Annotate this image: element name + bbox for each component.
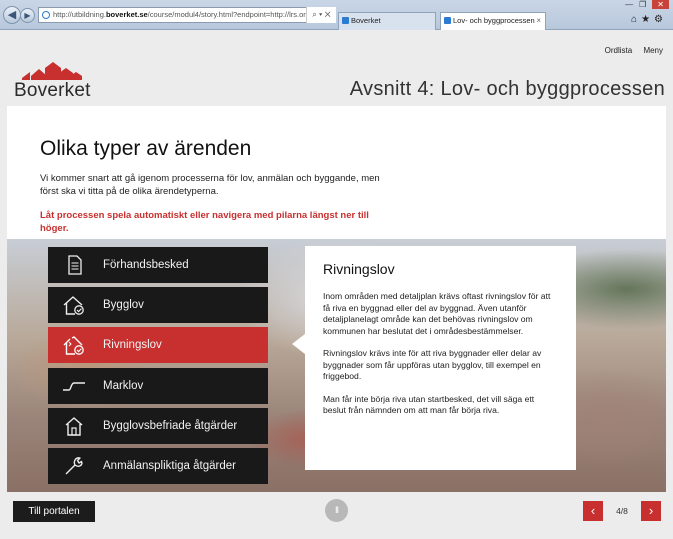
previous-button[interactable]: ‹: [583, 501, 603, 521]
favicon-icon: [444, 17, 451, 24]
close-window-button[interactable]: ✕: [652, 0, 669, 9]
to-portal-button[interactable]: Till portalen: [13, 501, 95, 522]
tab-label: Lov- och byggprocessen: [453, 16, 535, 25]
page-icon: [42, 11, 50, 19]
panel-paragraph: Inom områden med detaljplan krävs oftast…: [323, 291, 551, 336]
navigation-hint: Låt processen spela automatiskt eller na…: [40, 210, 369, 234]
panel-paragraph: Man får inte börja riva utan startbesked…: [323, 393, 535, 416]
tab-label: Boverket: [351, 16, 381, 25]
home-icon[interactable]: ⌂: [631, 14, 641, 25]
wrench-icon: [65, 457, 83, 475]
next-button[interactable]: ›: [641, 501, 661, 521]
panel-pointer: [292, 334, 305, 354]
window-controls: —❐ ✕: [625, 0, 669, 10]
top-nav: Ordlista Meny: [596, 46, 663, 55]
pause-button[interactable]: II: [325, 499, 348, 522]
menu-item-label: Anmälanspliktiga åtgärder: [103, 460, 236, 472]
menu-item-label: Bygglovsbefriade åtgärder: [103, 420, 238, 432]
address-bar[interactable]: http://utbildning.boverket.se/course/mod…: [38, 7, 336, 23]
menu-item-label: Förhandsbesked: [103, 259, 189, 271]
menu-link[interactable]: Meny: [643, 46, 663, 55]
tab-boverket[interactable]: Boverket: [338, 12, 436, 30]
house-demolish-icon: [63, 336, 84, 355]
favorites-icon[interactable]: ★: [641, 14, 654, 25]
page-indicator: 4/8: [616, 506, 628, 516]
tab-lov-och-byggprocessen[interactable]: Lov- och byggprocessen ×: [440, 12, 546, 30]
minimize-button[interactable]: —: [625, 0, 639, 9]
menu-item-label: Bygglov: [103, 299, 144, 311]
address-domain: boverket.se: [105, 10, 148, 19]
panel-paragraph: Rivningslov krävs inte för att riva bygg…: [323, 348, 542, 381]
address-tools[interactable]: ⌕ ▾ ✕: [306, 7, 336, 23]
back-button[interactable]: ◀: [3, 6, 21, 24]
tab-close-icon[interactable]: ×: [536, 13, 541, 29]
menu-item-marklov[interactable]: Marklov: [48, 368, 268, 404]
menu-item-label: Marklov: [103, 380, 144, 392]
info-panel: Rivningslov Inom områden med detaljplan …: [305, 246, 576, 470]
menu-item-forhandsbesked[interactable]: Förhandsbesked: [48, 247, 268, 283]
favicon-icon: [342, 17, 349, 24]
glossary-link[interactable]: Ordlista: [605, 46, 633, 55]
menu-item-bygglovsbefriade-atgarder[interactable]: Bygglovsbefriade åtgärder: [48, 408, 268, 444]
page-title: Olika typer av ärenden: [40, 137, 252, 160]
intro-text: Vi kommer snart att gå igenom processern…: [40, 173, 380, 197]
browser-chrome: ◀ ▶ http://utbildning.boverket.se/course…: [0, 0, 673, 30]
menu-item-anmalanspliktiga-atgarder[interactable]: Anmälanspliktiga åtgärder: [48, 448, 268, 484]
logo-text: Boverket: [14, 80, 91, 101]
house-check-icon: [63, 296, 84, 315]
small-house-icon: [65, 417, 83, 436]
menu-item-label: Rivningslov: [103, 339, 162, 351]
menu-item-rivningslov[interactable]: Rivningslov: [48, 327, 268, 363]
maximize-button[interactable]: ❐: [639, 0, 652, 9]
settings-icon[interactable]: ⚙: [654, 14, 667, 25]
browser-toolbar-icons: ⌂★⚙: [631, 14, 667, 25]
forward-button[interactable]: ▶: [20, 8, 35, 23]
terrain-icon: [63, 382, 85, 391]
section-title: Avsnitt 4: Lov- och byggprocessen: [349, 78, 665, 100]
address-prefix: http://utbildning.: [53, 10, 106, 19]
document-icon: [68, 255, 82, 275]
panel-title: Rivningslov: [323, 261, 395, 277]
menu-item-bygglov[interactable]: Bygglov: [48, 287, 268, 323]
